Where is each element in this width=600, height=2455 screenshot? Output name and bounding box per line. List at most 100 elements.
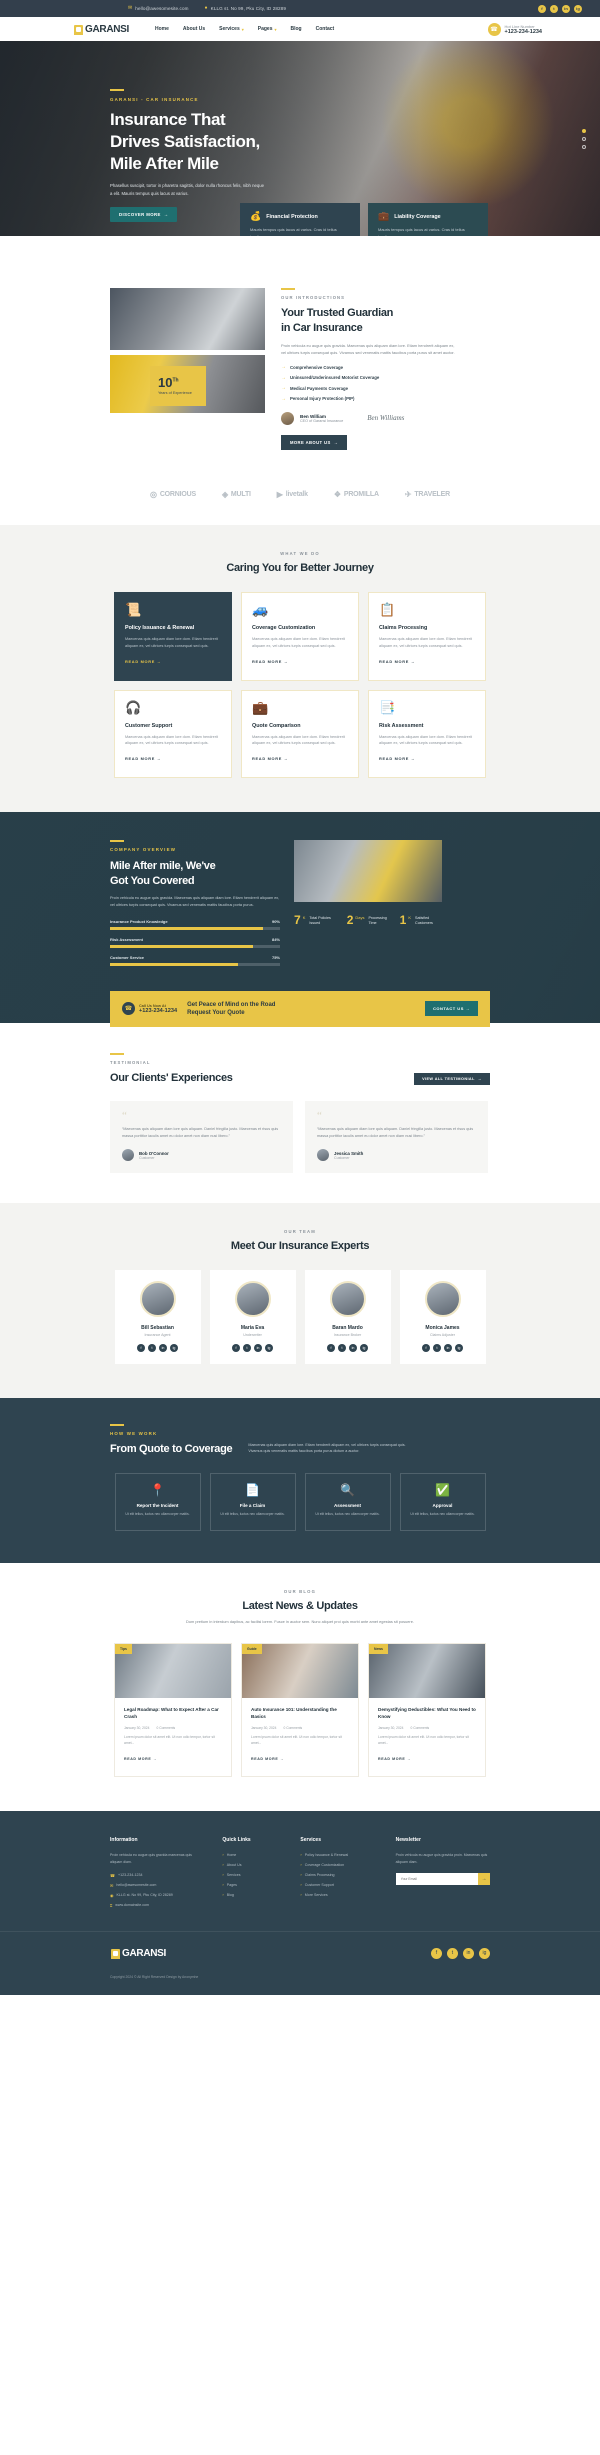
feature-card-financial-protection[interactable]: 💰 Financial Protection Mauris tempus qui… [240, 203, 360, 236]
process-step-file-claim[interactable]: 📄 File a Claim Ut elit tellus, luctus ne… [209, 1473, 296, 1531]
blog-card-meta: January 30, 2024 0 Comments [124, 1726, 222, 1730]
twitter-icon[interactable]: t [550, 4, 558, 13]
read-more-link[interactable]: READ MORE → [379, 756, 415, 761]
instagram-icon[interactable]: ig [574, 4, 582, 13]
twitter-icon[interactable]: t [338, 1344, 346, 1353]
footer-link-pages[interactable]: › Pages [222, 1882, 282, 1887]
twitter-icon[interactable]: t [433, 1344, 441, 1353]
newsletter-email-input[interactable] [395, 1872, 478, 1885]
instagram-icon[interactable]: ig [479, 1947, 490, 1959]
main-navigation: GARANSI Home About Us Services ▾ Pages ▾ B… [0, 17, 600, 41]
twitter-icon[interactable]: t [243, 1344, 251, 1353]
company-overview-left: COMPANY OVERVIEW Mile After mile, We've … [110, 840, 280, 972]
topbar-email[interactable]: ✉ hello@awesomesite.com [128, 6, 189, 12]
footer-contact-phone[interactable]: ☎ +123-234-1234 [110, 1873, 204, 1878]
footer-link-services[interactable]: › Services [222, 1872, 282, 1877]
instagram-icon[interactable]: ig [265, 1344, 273, 1353]
footer-service-coverage-customization[interactable]: › Coverage Customization [300, 1862, 377, 1867]
service-card-claims-processing[interactable]: 📋 Claims Processing Maecenas quis aliqua… [368, 591, 486, 681]
newsletter-submit-button[interactable]: → [478, 1872, 490, 1885]
linkedin-icon[interactable]: in [463, 1947, 474, 1959]
hero-dot-1[interactable] [582, 129, 586, 133]
read-more-link[interactable]: READ MORE → [124, 1757, 157, 1761]
arrow-right-icon: → [281, 385, 286, 392]
footer-service-customer-support[interactable]: › Customer Support [300, 1882, 377, 1887]
facebook-icon[interactable]: f [232, 1344, 240, 1353]
linkedin-icon[interactable]: in [254, 1344, 262, 1353]
blog-header: OUR BLOG Latest News & Updates Dum preti… [0, 1589, 600, 1625]
services-card-grid: 📜 Policy Issuance & Renewal Maecenas qui… [0, 591, 600, 779]
twitter-icon[interactable]: t [447, 1947, 458, 1959]
hotline-block[interactable]: ☎ Hot Line Number +123-234-1234 [487, 22, 542, 36]
view-all-testimonials-button[interactable]: VIEW ALL TESTIMONIAL → [414, 1073, 490, 1086]
service-card-risk-assessment[interactable]: 📑 Risk Assessment Maecenas quis aliquam … [368, 689, 486, 779]
nav-item-contact[interactable]: Contact [316, 26, 335, 32]
process-step-assessment[interactable]: 🔍 Assessment Ut elit tellus, luctus nec … [304, 1473, 391, 1531]
team-member-card[interactable]: Monica James Claims Adjuster f t in ig [399, 1270, 486, 1365]
instagram-icon[interactable]: ig [360, 1344, 368, 1353]
feature-card-liability-coverage[interactable]: 💼 Liability Coverage Mauris tempus quis … [368, 203, 488, 236]
service-card-policy-issuance[interactable]: 📜 Policy Issuance & Renewal Maecenas qui… [114, 591, 232, 681]
nav-item-about[interactable]: About Us [183, 26, 205, 32]
linkedin-icon[interactable]: in [562, 4, 570, 13]
footer-contact-email[interactable]: ✉ hello@awesomesite.com [110, 1883, 204, 1888]
footer-column-title: Services [300, 1837, 321, 1844]
testimonial-quote: “Maecenas quis aliquam diam lore quis al… [317, 1127, 474, 1139]
nav-item-pages[interactable]: Pages ▾ [258, 26, 277, 32]
process-step-report-incident[interactable]: 📍 Report the Incident Ut elit tellus, lu… [114, 1473, 201, 1531]
blog-card[interactable]: Guide Auto Insurance 101: Understanding … [241, 1643, 359, 1778]
read-more-link[interactable]: READ MORE → [125, 756, 161, 761]
instagram-icon[interactable]: ig [170, 1344, 178, 1353]
linkedin-icon[interactable]: in [349, 1344, 357, 1353]
nav-item-home[interactable]: Home [155, 26, 169, 32]
read-more-label: READ MORE [252, 756, 283, 762]
topbar-address: ● KLLG st. No 99, Pku City, ID 28289 [205, 6, 286, 12]
service-card-customer-support[interactable]: 🎧 Customer Support Maecenas quis aliquam… [114, 689, 232, 779]
team-member-card[interactable]: Bill Sebastian Insurance Agent f t in ig [114, 1270, 201, 1365]
read-more-link[interactable]: READ MORE → [252, 659, 288, 664]
footer-service-more[interactable]: › More Services [300, 1892, 377, 1897]
facebook-icon[interactable]: f [327, 1344, 335, 1353]
hero-dot-2[interactable] [582, 137, 586, 141]
footer-link-home[interactable]: › Home [222, 1852, 282, 1857]
facebook-icon[interactable]: f [431, 1947, 442, 1959]
avatar [329, 1281, 366, 1318]
cta-contact-button[interactable]: CONTACT US → [424, 1001, 478, 1017]
footer-link-about[interactable]: › About Us [222, 1862, 282, 1867]
site-logo[interactable]: GARANSI [73, 24, 129, 35]
team-member-card[interactable]: Baran Mardo Insurance Broker f t in ig [304, 1270, 391, 1365]
headset-icon: 🎧 [125, 699, 142, 715]
testimonials-header: TESTIMONIAL Our Clients' Experiences VIE… [110, 1052, 490, 1086]
linkedin-icon[interactable]: in [444, 1344, 452, 1353]
footer-service-policy-issuance[interactable]: › Policy Issuance & Renewal [300, 1852, 377, 1857]
cta-call-block[interactable]: ☎ Call Us Now At +123-234-1234 [122, 1002, 177, 1016]
read-more-link[interactable]: READ MORE → [125, 659, 161, 664]
nav-item-services[interactable]: Services ▾ [219, 26, 244, 32]
hero-slider-dots[interactable] [582, 129, 586, 149]
footer-logo[interactable]: GARANSI [110, 1948, 166, 1959]
read-more-link[interactable]: READ MORE → [252, 756, 288, 761]
footer-service-claims-processing[interactable]: › Claims Processing [300, 1872, 377, 1877]
service-card-coverage-customization[interactable]: 🚙 Coverage Customization Maecenas quis a… [241, 591, 359, 681]
team-member-card[interactable]: Maria Eva Underwriter f t in ig [209, 1270, 296, 1365]
instagram-icon[interactable]: ig [455, 1344, 463, 1353]
nav-item-blog[interactable]: Blog [291, 26, 302, 32]
read-more-link[interactable]: READ MORE → [251, 1757, 284, 1761]
blog-card[interactable]: Tips Legal Roadmap: What to Expect After… [114, 1643, 232, 1778]
blog-card[interactable]: News Demystifying Deductibles: What You … [368, 1643, 486, 1778]
linkedin-icon[interactable]: in [159, 1344, 167, 1353]
footer-link-blog[interactable]: › Blog [222, 1892, 282, 1897]
facebook-icon[interactable]: f [137, 1344, 145, 1353]
process-step-approval[interactable]: ✅ Approval Ut elit tellus, luctus nec ul… [399, 1473, 486, 1531]
hero-cta-button[interactable]: DISCOVER MORE → [110, 207, 178, 223]
facebook-icon[interactable]: f [422, 1344, 430, 1353]
stat-processing-time: 2 Days Processing Time [347, 914, 390, 926]
twitter-icon[interactable]: t [148, 1344, 156, 1353]
intro-cta-button[interactable]: MORE ABOUT US → [281, 434, 348, 450]
read-more-link[interactable]: READ MORE → [379, 659, 415, 664]
hero-dot-3[interactable] [582, 145, 586, 149]
facebook-icon[interactable]: f [538, 4, 546, 13]
footer-contact-website[interactable]: ⌗ www.domainsite.com [110, 1903, 204, 1908]
read-more-link[interactable]: READ MORE → [378, 1757, 411, 1761]
service-card-quote-comparison[interactable]: 💼 Quote Comparison Maecenas quis aliquam… [241, 689, 359, 779]
